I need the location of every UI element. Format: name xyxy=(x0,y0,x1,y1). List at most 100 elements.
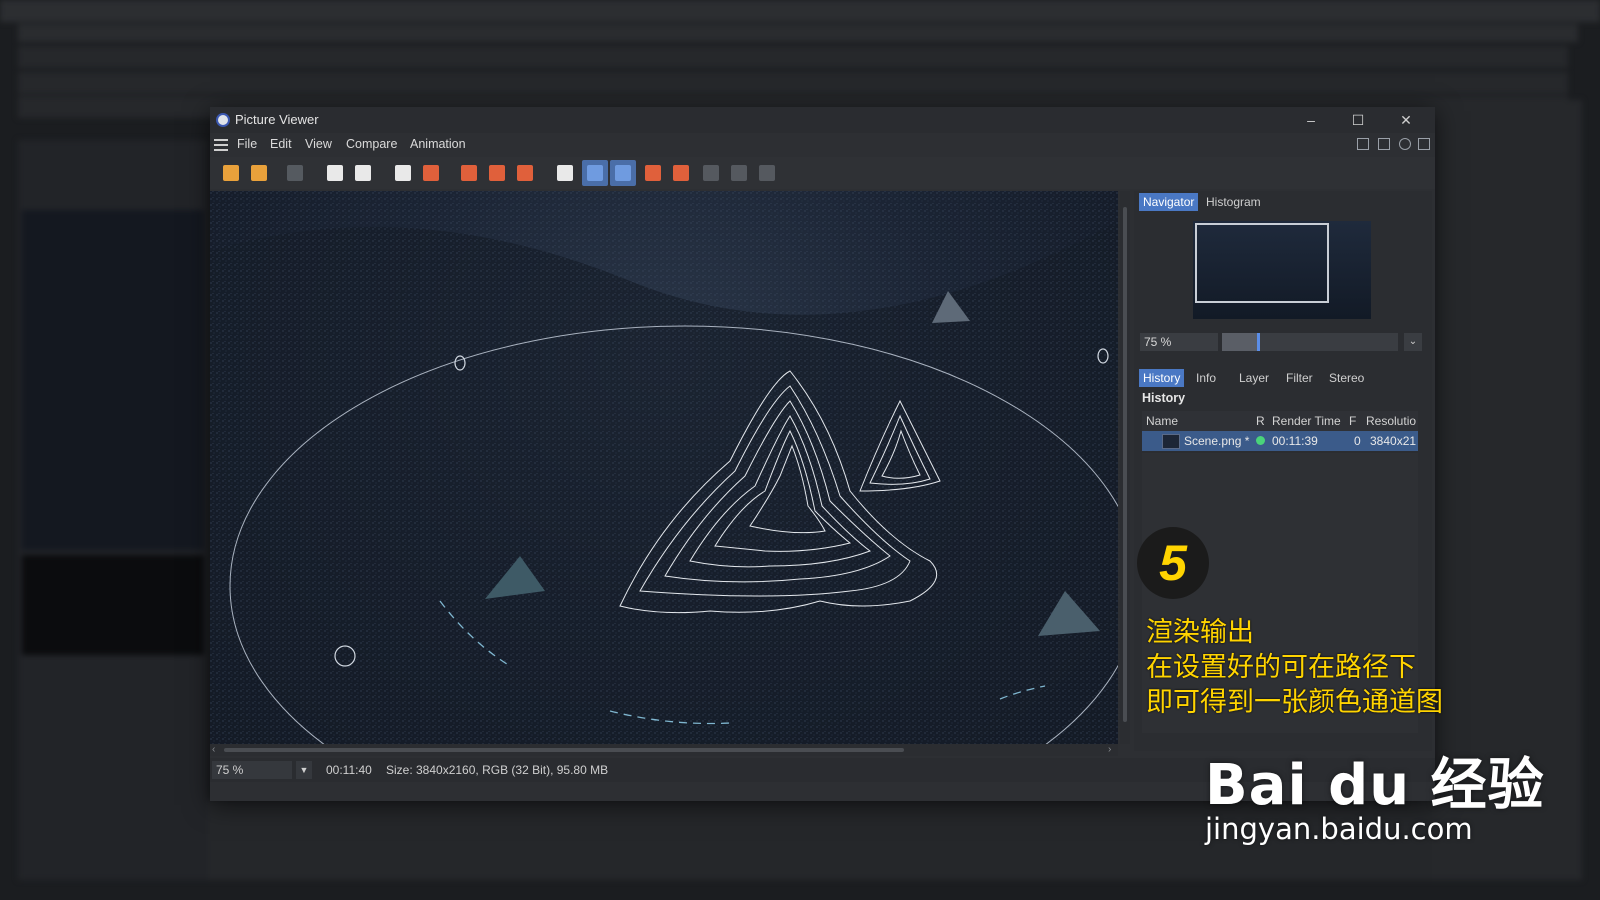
compare-off-1-button[interactable] xyxy=(698,160,724,186)
dock-icon[interactable] xyxy=(1418,138,1430,150)
vertical-scrollbar[interactable] xyxy=(1120,191,1130,744)
text-ab-button[interactable] xyxy=(552,160,578,186)
menu-file[interactable]: File xyxy=(237,137,257,151)
tab-history[interactable]: History xyxy=(1139,369,1185,387)
col-resolution[interactable]: Resolutio xyxy=(1366,414,1416,428)
split-vertical-button[interactable] xyxy=(582,160,608,186)
move-icon[interactable] xyxy=(1399,138,1411,150)
col-f[interactable]: F xyxy=(1349,414,1356,428)
menu-view[interactable]: View xyxy=(305,137,332,151)
col-render-time[interactable]: Render Time xyxy=(1272,414,1341,428)
chevron-down-icon[interactable]: ⌄ xyxy=(1404,333,1422,351)
window-title: Picture Viewer xyxy=(235,112,319,127)
open-button[interactable] xyxy=(218,160,244,186)
slider-handle[interactable] xyxy=(1257,333,1261,351)
render-thumbnail xyxy=(1162,434,1180,449)
split-horizontal-icon xyxy=(615,165,631,181)
row-name: Scene.png * xyxy=(1184,434,1250,448)
row-frame: 0 xyxy=(1354,434,1361,448)
table-row[interactable]: Scene.png * 00:11:39 0 3840x21 xyxy=(1142,431,1418,451)
layers-button[interactable] xyxy=(418,160,444,186)
background-toolbar-2 xyxy=(18,72,1568,94)
toolbar xyxy=(210,157,1435,189)
caption-line-1: 渲染输出 xyxy=(1146,617,1254,648)
tab-filter[interactable]: Filter xyxy=(1282,369,1317,387)
navigator-zoom-slider[interactable] xyxy=(1222,333,1398,351)
hamburger-menu-icon[interactable] xyxy=(214,139,228,151)
tab-layer[interactable]: Layer xyxy=(1235,369,1273,387)
navigator-zoom-input[interactable]: 75 % xyxy=(1140,333,1218,351)
split-vertical-icon xyxy=(587,165,603,181)
view-mode-2-icon xyxy=(489,165,505,181)
compare-off-2-button[interactable] xyxy=(726,160,752,186)
compare-off-3-icon xyxy=(759,165,775,181)
step-number-badge: 5 xyxy=(1137,527,1209,599)
set-a-icon xyxy=(645,165,661,181)
navigator-view-rect[interactable] xyxy=(1195,223,1329,303)
history-header-row: Name R Render Time F Resolutio xyxy=(1142,411,1418,431)
render-time: 00:11:40 xyxy=(326,763,372,777)
copy-icon xyxy=(395,165,411,181)
new-panel-icon[interactable] xyxy=(1378,138,1390,150)
set-b-icon xyxy=(673,165,689,181)
background-menubar xyxy=(18,24,1578,42)
split-horizontal-button[interactable] xyxy=(610,160,636,186)
row-render-time: 00:11:39 xyxy=(1272,434,1318,448)
minimize-button[interactable]: – xyxy=(1296,110,1326,130)
close-button[interactable]: ✕ xyxy=(1391,110,1421,130)
layers-icon xyxy=(423,165,439,181)
maximize-button[interactable]: ☐ xyxy=(1343,110,1373,130)
tab-histogram[interactable]: Histogram xyxy=(1202,193,1265,211)
view-mode-1-button[interactable] xyxy=(456,160,482,186)
background-titlebar xyxy=(0,0,1600,22)
set-a-button[interactable] xyxy=(640,160,666,186)
zoom-dropdown-icon[interactable]: ▼ xyxy=(296,761,312,779)
col-r[interactable]: R xyxy=(1256,414,1265,428)
tab-navigator[interactable]: Navigator xyxy=(1139,193,1199,211)
save-button[interactable] xyxy=(246,160,272,186)
baidu-watermark-url: jingyan.baidu.com xyxy=(1205,812,1473,846)
view-mode-2-button[interactable] xyxy=(484,160,510,186)
history-table: Name R Render Time F Resolutio Scene.png… xyxy=(1142,411,1418,451)
compare-off-2-icon xyxy=(731,165,747,181)
ab-compare-setup-icon xyxy=(327,165,343,181)
tab-stereo[interactable]: Stereo xyxy=(1325,369,1368,387)
app-logo-icon xyxy=(216,113,230,127)
scroll-left-icon[interactable]: ‹ xyxy=(212,744,215,755)
render-image xyxy=(210,191,1118,744)
image-canvas[interactable] xyxy=(210,191,1118,744)
stop-render-button[interactable] xyxy=(282,160,308,186)
col-name[interactable]: Name xyxy=(1146,414,1178,428)
compare-off-1-icon xyxy=(703,165,719,181)
compare-off-3-button[interactable] xyxy=(754,160,780,186)
zoom-input[interactable]: 75 % xyxy=(212,761,292,779)
scroll-right-icon[interactable]: › xyxy=(1108,744,1111,755)
caption-line-2: 在设置好的可在路径下 xyxy=(1146,652,1416,683)
menu-edit[interactable]: Edit xyxy=(270,137,292,151)
menu-bar: File Edit View Compare Animation xyxy=(210,133,1435,157)
row-resolution: 3840x21 xyxy=(1370,434,1417,448)
open-icon xyxy=(223,165,239,181)
horizontal-scrollbar[interactable]: ‹ › xyxy=(210,744,1118,756)
save-icon xyxy=(251,165,267,181)
menu-animation[interactable]: Animation xyxy=(410,137,466,151)
stop-render-icon xyxy=(287,165,303,181)
render-icon xyxy=(355,165,371,181)
status-dot-icon xyxy=(1256,436,1265,445)
tab-info[interactable]: Info xyxy=(1192,369,1220,387)
menu-compare[interactable]: Compare xyxy=(346,137,397,151)
panel-layout-icon[interactable] xyxy=(1357,138,1369,150)
view-mode-3-icon xyxy=(517,165,533,181)
image-size-info: Size: 3840x2160, RGB (32 Bit), 95.80 MB xyxy=(386,763,609,777)
history-heading: History xyxy=(1142,391,1186,405)
caption-line-3: 即可得到一张颜色通道图 xyxy=(1146,687,1443,718)
set-b-button[interactable] xyxy=(668,160,694,186)
background-toolbar-1 xyxy=(18,46,1568,68)
background-viewport xyxy=(22,210,204,550)
view-mode-3-button[interactable] xyxy=(512,160,538,186)
ab-compare-setup-button[interactable] xyxy=(322,160,348,186)
copy-button[interactable] xyxy=(390,160,416,186)
baidu-watermark-logo: Bai du 经验 xyxy=(1205,753,1545,818)
render-button[interactable] xyxy=(350,160,376,186)
title-bar[interactable]: Picture Viewer – ☐ ✕ xyxy=(210,107,1435,133)
